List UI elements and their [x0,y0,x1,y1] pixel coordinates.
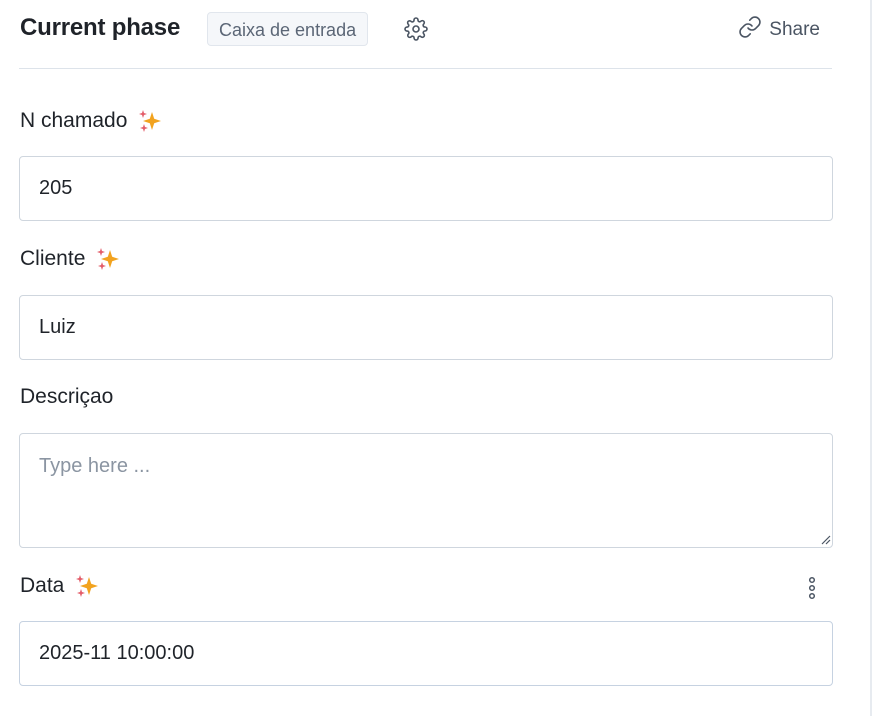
resize-handle-icon[interactable] [819,533,831,545]
gear-icon[interactable] [404,17,428,41]
page-title: Current phase [20,14,181,41]
sparkles-icon [135,107,163,135]
share-button[interactable]: Share [738,16,820,44]
more-vertical-icon[interactable] [802,574,822,602]
n-chamado-field[interactable] [19,156,833,221]
field-label-data: Data [20,572,100,600]
field-label-text: Data [20,574,65,597]
header-divider [19,68,832,69]
sparkles-icon [72,572,100,600]
field-label-text: Descriçao [20,385,114,408]
field-label-text: Cliente [20,247,86,270]
link-icon [738,15,762,45]
data-field[interactable] [19,621,833,686]
descricao-wrapper [0,433,852,548]
field-label-descricao: Descriçao [20,385,113,409]
share-label: Share [769,19,820,40]
cliente-field[interactable] [19,295,833,360]
field-label-text: N chamado [20,109,128,132]
field-label-cliente: Cliente [20,245,121,273]
phase-badge[interactable]: Caixa de entrada [207,12,369,46]
panel-header: Current phase Caixa de entrada Share [20,10,832,50]
sparkles-icon [93,245,121,273]
card-detail-panel: Current phase Caixa de entrada Share N c… [0,0,852,716]
field-label-n-chamado: N chamado [20,107,163,135]
descricao-textarea[interactable] [19,433,833,548]
